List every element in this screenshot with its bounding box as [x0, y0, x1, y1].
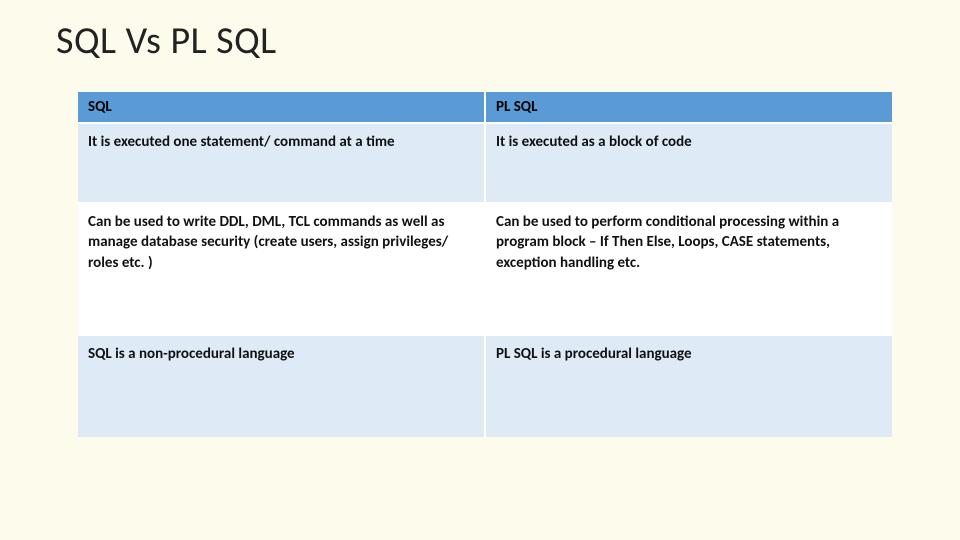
cell-sql: SQL is a non-procedural language — [78, 335, 485, 437]
table-header-row: SQL PL SQL — [78, 92, 892, 123]
slide-title: SQL Vs PL SQL — [0, 18, 960, 64]
header-sql: SQL — [78, 92, 485, 123]
header-plsql: PL SQL — [485, 92, 892, 123]
table-row: It is executed one statement/ command at… — [78, 123, 892, 203]
cell-sql: Can be used to write DDL, DML, TCL comma… — [78, 203, 485, 335]
cell-plsql: PL SQL is a procedural language — [485, 335, 892, 437]
table-row: Can be used to write DDL, DML, TCL comma… — [78, 203, 892, 335]
comparison-table-container: SQL PL SQL It is executed one statement/… — [78, 92, 892, 437]
comparison-table: SQL PL SQL It is executed one statement/… — [78, 92, 892, 437]
cell-plsql: Can be used to perform conditional proce… — [485, 203, 892, 335]
cell-sql: It is executed one statement/ command at… — [78, 123, 485, 203]
table-row: SQL is a non-procedural language PL SQL … — [78, 335, 892, 437]
cell-plsql: It is executed as a block of code — [485, 123, 892, 203]
